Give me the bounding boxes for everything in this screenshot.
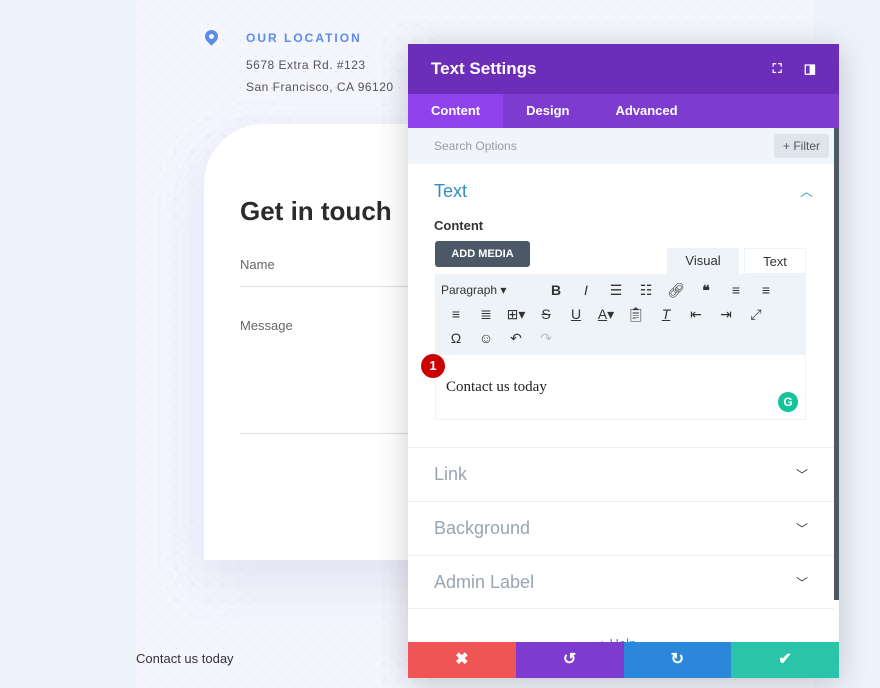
- text-section-header[interactable]: Text ︿: [408, 164, 839, 202]
- chevron-up-icon[interactable]: ︿: [800, 181, 813, 202]
- align-right-icon[interactable]: ≡: [441, 306, 471, 322]
- text-tab[interactable]: Text: [744, 248, 806, 274]
- form-heading: Get in touch: [240, 196, 392, 226]
- admin-label-section-title: Admin Label: [434, 571, 535, 592]
- redo-icon[interactable]: ↷: [531, 330, 561, 347]
- bullet-list-icon[interactable]: ☰: [601, 282, 631, 299]
- paste-text-icon[interactable]: 📋︎: [621, 306, 651, 323]
- add-media-button[interactable]: ADD MEDIA: [435, 241, 530, 267]
- emoji-icon[interactable]: ☺: [471, 330, 501, 346]
- text-color-icon[interactable]: A▾: [591, 306, 621, 323]
- italic-icon[interactable]: I: [571, 282, 601, 298]
- clear-format-icon[interactable]: T: [651, 306, 681, 322]
- admin-label-section[interactable]: Admin Label ﹀: [408, 555, 834, 609]
- outdent-icon[interactable]: ⇤: [681, 306, 711, 323]
- undo-icon[interactable]: ↶: [501, 330, 531, 347]
- strikethrough-icon[interactable]: S: [531, 306, 561, 322]
- indent-icon[interactable]: ⇥: [711, 306, 741, 323]
- underline-icon[interactable]: U: [561, 306, 591, 322]
- background-section-title: Background: [434, 518, 531, 538]
- link-icon[interactable]: 🔗︎: [661, 282, 691, 299]
- redo-button[interactable]: ↻: [623, 642, 732, 678]
- step-marker: 1: [421, 354, 445, 378]
- align-left-icon[interactable]: ≡: [721, 282, 751, 298]
- search-options-input[interactable]: Search Options + Filter: [408, 128, 839, 164]
- bold-icon[interactable]: B: [541, 282, 571, 298]
- action-bar: ✖ ↺ ↻ ✔: [408, 642, 839, 678]
- footer-text: Contact us today: [136, 651, 234, 666]
- search-placeholder: Search Options: [434, 139, 517, 153]
- save-button[interactable]: ✔: [731, 642, 839, 678]
- modal-header: Text Settings ⛶ ◨: [408, 44, 839, 94]
- tab-design[interactable]: Design: [503, 94, 592, 128]
- content-label: Content: [434, 218, 484, 233]
- sidebar-toggle-icon[interactable]: ◨: [804, 61, 816, 77]
- align-center-icon[interactable]: ≡: [751, 282, 781, 298]
- text-settings-modal: Text Settings ⛶ ◨ Content Design Advanced…: [408, 44, 839, 678]
- fullscreen-editor-icon[interactable]: ⤢: [741, 306, 771, 323]
- cancel-button[interactable]: ✖: [408, 642, 516, 678]
- modal-title: Text Settings: [431, 59, 537, 78]
- link-section[interactable]: Link ﹀: [408, 447, 834, 501]
- text-section-title: Text: [434, 181, 468, 201]
- editor-toolbar: Paragraph ▾ B I ☰ ☷ 🔗︎ ❝ ≡ ≡ ≡ ≣ ⊞▾ S U A▾ 📋︎ T ⇤ ⇥ ⤢ Ω ☺ ↶…: [435, 274, 806, 354]
- visual-tab[interactable]: Visual: [667, 248, 739, 274]
- format-select-value: Paragraph: [441, 283, 498, 297]
- tab-advanced[interactable]: Advanced: [592, 94, 700, 128]
- grammarly-icon[interactable]: G: [778, 392, 798, 412]
- tab-content[interactable]: Content: [408, 94, 504, 128]
- fullscreen-icon[interactable]: ⛶: [773, 61, 782, 77]
- address-line-2: San Francisco, CA 96120: [246, 80, 394, 94]
- chevron-down-icon: ﹀: [795, 575, 808, 590]
- link-section-title: Link: [434, 464, 468, 484]
- format-select[interactable]: Paragraph ▾: [441, 283, 541, 297]
- special-char-icon[interactable]: Ω: [441, 330, 471, 346]
- justify-icon[interactable]: ≣: [471, 306, 501, 323]
- scrollbar[interactable]: [834, 128, 839, 600]
- chevron-down-icon: ﹀: [795, 522, 808, 536]
- undo-button[interactable]: ↺: [515, 642, 624, 678]
- blockquote-icon[interactable]: ❝: [691, 282, 721, 299]
- location-title: OUR LOCATION: [246, 31, 362, 45]
- numbered-list-icon[interactable]: ☷: [631, 282, 661, 299]
- chevron-down-icon: ﹀: [795, 468, 808, 482]
- background-section[interactable]: Background ﹀: [408, 501, 834, 555]
- content-editor[interactable]: Contact us today: [435, 354, 806, 420]
- address-line-1: 5678 Extra Rd. #123: [246, 58, 366, 72]
- table-icon[interactable]: ⊞▾: [501, 306, 531, 323]
- filter-label: Filter: [793, 139, 820, 153]
- filter-button[interactable]: + Filter: [773, 134, 829, 158]
